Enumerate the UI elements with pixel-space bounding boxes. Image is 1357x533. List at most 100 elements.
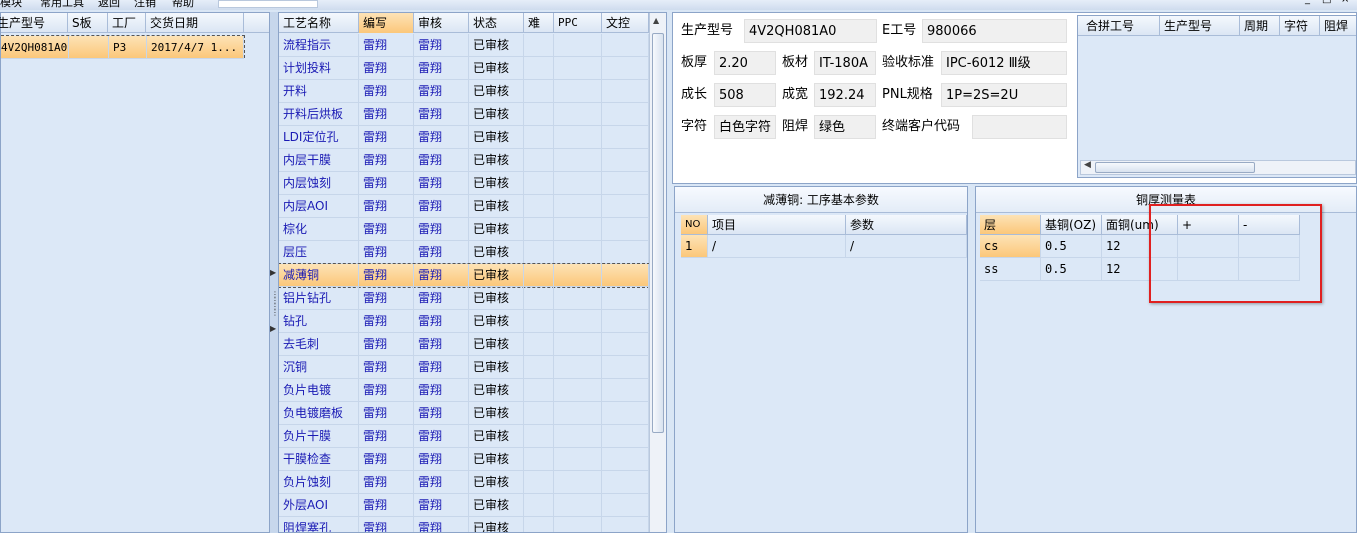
process-row[interactable]: 负片干膜 雷翔 雷翔 已审核 bbox=[279, 425, 649, 448]
e-no-field[interactable]: 980066 bbox=[922, 19, 1067, 43]
col-process-name[interactable]: 工艺名称 bbox=[279, 13, 359, 33]
col-reviewer[interactable]: 审核 bbox=[414, 13, 469, 33]
col-merge-char[interactable]: 字符 bbox=[1280, 16, 1320, 36]
cell-plus[interactable] bbox=[1178, 235, 1239, 258]
process-row[interactable]: 内层蚀刻 雷翔 雷翔 已审核 bbox=[279, 172, 649, 195]
col-no[interactable]: NO bbox=[681, 215, 708, 235]
process-row[interactable]: 干膜检查 雷翔 雷翔 已审核 bbox=[279, 448, 649, 471]
cell-status: 已审核 bbox=[469, 287, 524, 310]
process-row[interactable]: 负片电镀 雷翔 雷翔 已审核 bbox=[279, 379, 649, 402]
cell-status: 已审核 bbox=[469, 402, 524, 425]
cell-face-copper[interactable]: 12 bbox=[1102, 258, 1178, 281]
col-status[interactable]: 状态 bbox=[469, 13, 524, 33]
scroll-left-icon[interactable]: ◀ bbox=[1084, 160, 1091, 170]
cell-process-name: LDI定位孔 bbox=[279, 126, 359, 149]
menu-item-modules[interactable]: 模块 bbox=[0, 0, 22, 10]
process-row[interactable]: 开料后烘板 雷翔 雷翔 已审核 bbox=[279, 103, 649, 126]
col-doc-control[interactable]: 文控 bbox=[602, 13, 649, 33]
menu-item-tools[interactable]: 常用工具 bbox=[40, 0, 84, 10]
cell-item[interactable]: / bbox=[708, 235, 846, 258]
model-field[interactable]: 4V2QH081A0 bbox=[744, 19, 877, 43]
col-merge-cycle[interactable]: 周期 bbox=[1240, 16, 1280, 36]
cell-plus[interactable] bbox=[1178, 258, 1239, 281]
menu-item-back[interactable]: 返回 bbox=[98, 0, 120, 10]
process-row[interactable]: 去毛刺 雷翔 雷翔 已审核 bbox=[279, 333, 649, 356]
col-model[interactable]: 生产型号 bbox=[0, 13, 68, 33]
process-row[interactable]: 阻焊塞孔 雷翔 雷翔 已审核 bbox=[279, 517, 649, 532]
process-row[interactable]: 负片蚀刻 雷翔 雷翔 已审核 bbox=[279, 471, 649, 494]
thickness-field[interactable]: 2.20 bbox=[714, 51, 776, 75]
process-row[interactable]: 计划投料 雷翔 雷翔 已审核 bbox=[279, 57, 649, 80]
cell-process-name: 外层AOI bbox=[279, 494, 359, 517]
table-row[interactable]: 4V2QH081A0 P3 2017/4/7 1... bbox=[1, 35, 245, 59]
minimize-icon[interactable]: _ bbox=[1305, 0, 1310, 5]
cell-delivery-date: 2017/4/7 1... bbox=[147, 36, 244, 59]
horizontal-scrollbar[interactable]: ◀ bbox=[1080, 160, 1356, 175]
material-field[interactable]: IT-180A bbox=[814, 51, 876, 75]
process-row[interactable]: 层压 雷翔 雷翔 已审核 bbox=[279, 241, 649, 264]
customer-code-field[interactable] bbox=[972, 115, 1067, 139]
toolbar-input[interactable] bbox=[218, 0, 318, 8]
cell-process-name: 减薄铜 bbox=[279, 264, 359, 287]
col-delivery-date[interactable]: 交货日期 bbox=[146, 13, 244, 33]
col-merge-no[interactable]: 合拼工号 bbox=[1078, 16, 1160, 36]
process-row[interactable]: 外层AOI 雷翔 雷翔 已审核 bbox=[279, 494, 649, 517]
col-face-copper[interactable]: 面铜(um) bbox=[1102, 215, 1178, 235]
col-factory[interactable]: 工厂 bbox=[108, 13, 146, 33]
process-row[interactable]: 内层AOI 雷翔 雷翔 已审核 bbox=[279, 195, 649, 218]
process-row[interactable]: 减薄铜 雷翔 雷翔 已审核 bbox=[279, 263, 650, 288]
col-param[interactable]: 参数 bbox=[846, 215, 967, 235]
cell-base-copper[interactable]: 0.5 bbox=[1041, 258, 1102, 281]
cell-param[interactable]: / bbox=[846, 235, 967, 258]
close-icon[interactable]: × bbox=[1341, 0, 1349, 5]
cell-base-copper[interactable]: 0.5 bbox=[1041, 235, 1102, 258]
col-merge-model[interactable]: 生产型号 bbox=[1160, 16, 1240, 36]
scroll-up-icon[interactable]: ▲ bbox=[653, 16, 659, 25]
cell-doc-control bbox=[602, 356, 649, 379]
process-row[interactable]: 沉铜 雷翔 雷翔 已审核 bbox=[279, 356, 649, 379]
mask-field[interactable]: 绿色 bbox=[814, 115, 876, 139]
cell-minus[interactable] bbox=[1239, 258, 1300, 281]
process-row[interactable]: 内层干膜 雷翔 雷翔 已审核 bbox=[279, 149, 649, 172]
cell-layer: cs bbox=[980, 235, 1041, 258]
col-ppc[interactable]: PPC bbox=[554, 13, 602, 33]
restore-icon[interactable]: □ bbox=[1322, 0, 1331, 5]
scrollbar-thumb[interactable] bbox=[1095, 162, 1255, 173]
process-row[interactable]: 开料 雷翔 雷翔 已审核 bbox=[279, 80, 649, 103]
panel-splitter[interactable]: ▶ ⋮ ⋮ ⋮ ⋮ ▶ bbox=[270, 12, 279, 533]
col-s-board[interactable]: S板 bbox=[68, 13, 108, 33]
width-field[interactable]: 192.24 bbox=[814, 83, 876, 107]
process-row[interactable]: 铝片钻孔 雷翔 雷翔 已审核 bbox=[279, 287, 649, 310]
col-item[interactable]: 项目 bbox=[708, 215, 846, 235]
col-layer[interactable]: 层 bbox=[980, 215, 1041, 235]
char-field[interactable]: 白色字符 bbox=[714, 115, 776, 139]
pnl-field[interactable]: 1P=2S=2U bbox=[941, 83, 1067, 107]
process-row[interactable]: 棕化 雷翔 雷翔 已审核 bbox=[279, 218, 649, 241]
scrollbar-thumb[interactable] bbox=[652, 33, 664, 433]
cell-doc-control bbox=[602, 402, 649, 425]
col-minus[interactable]: - bbox=[1239, 215, 1300, 235]
cell-minus[interactable] bbox=[1239, 235, 1300, 258]
col-base-copper[interactable]: 基铜(OZ) bbox=[1041, 215, 1102, 235]
cell-ppc bbox=[554, 218, 602, 241]
process-grid-header: 工艺名称 编写 审核 状态 难 PPC 文控 bbox=[279, 13, 649, 33]
process-row[interactable]: 钻孔 雷翔 雷翔 已审核 bbox=[279, 310, 649, 333]
menu-item-help[interactable]: 帮助 bbox=[172, 0, 194, 10]
process-row[interactable]: 负电镀磨板 雷翔 雷翔 已审核 bbox=[279, 402, 649, 425]
vertical-scrollbar[interactable]: ▲ bbox=[649, 13, 666, 532]
cell-writer: 雷翔 bbox=[359, 264, 414, 287]
process-row[interactable]: LDI定位孔 雷翔 雷翔 已审核 bbox=[279, 126, 649, 149]
menu-item-logout[interactable]: 注销 bbox=[134, 0, 156, 10]
cell-doc-control bbox=[602, 172, 649, 195]
cell-doc-control bbox=[602, 448, 649, 471]
col-plus[interactable]: + bbox=[1178, 215, 1239, 235]
cell-face-copper[interactable]: 12 bbox=[1102, 235, 1178, 258]
standard-field[interactable]: IPC-6012 Ⅲ级 bbox=[941, 51, 1067, 75]
col-merge-mask[interactable]: 阻焊 bbox=[1320, 16, 1356, 36]
cell-ppc bbox=[554, 149, 602, 172]
length-field[interactable]: 508 bbox=[714, 83, 776, 107]
col-difficulty[interactable]: 难 bbox=[524, 13, 554, 33]
process-grid: 工艺名称 编写 审核 状态 难 PPC 文控 流程指示 雷翔 雷翔 已审核 计划投料 雷翔… bbox=[278, 12, 667, 533]
process-row[interactable]: 流程指示 雷翔 雷翔 已审核 bbox=[279, 34, 649, 57]
col-writer[interactable]: 编写 bbox=[359, 13, 414, 33]
